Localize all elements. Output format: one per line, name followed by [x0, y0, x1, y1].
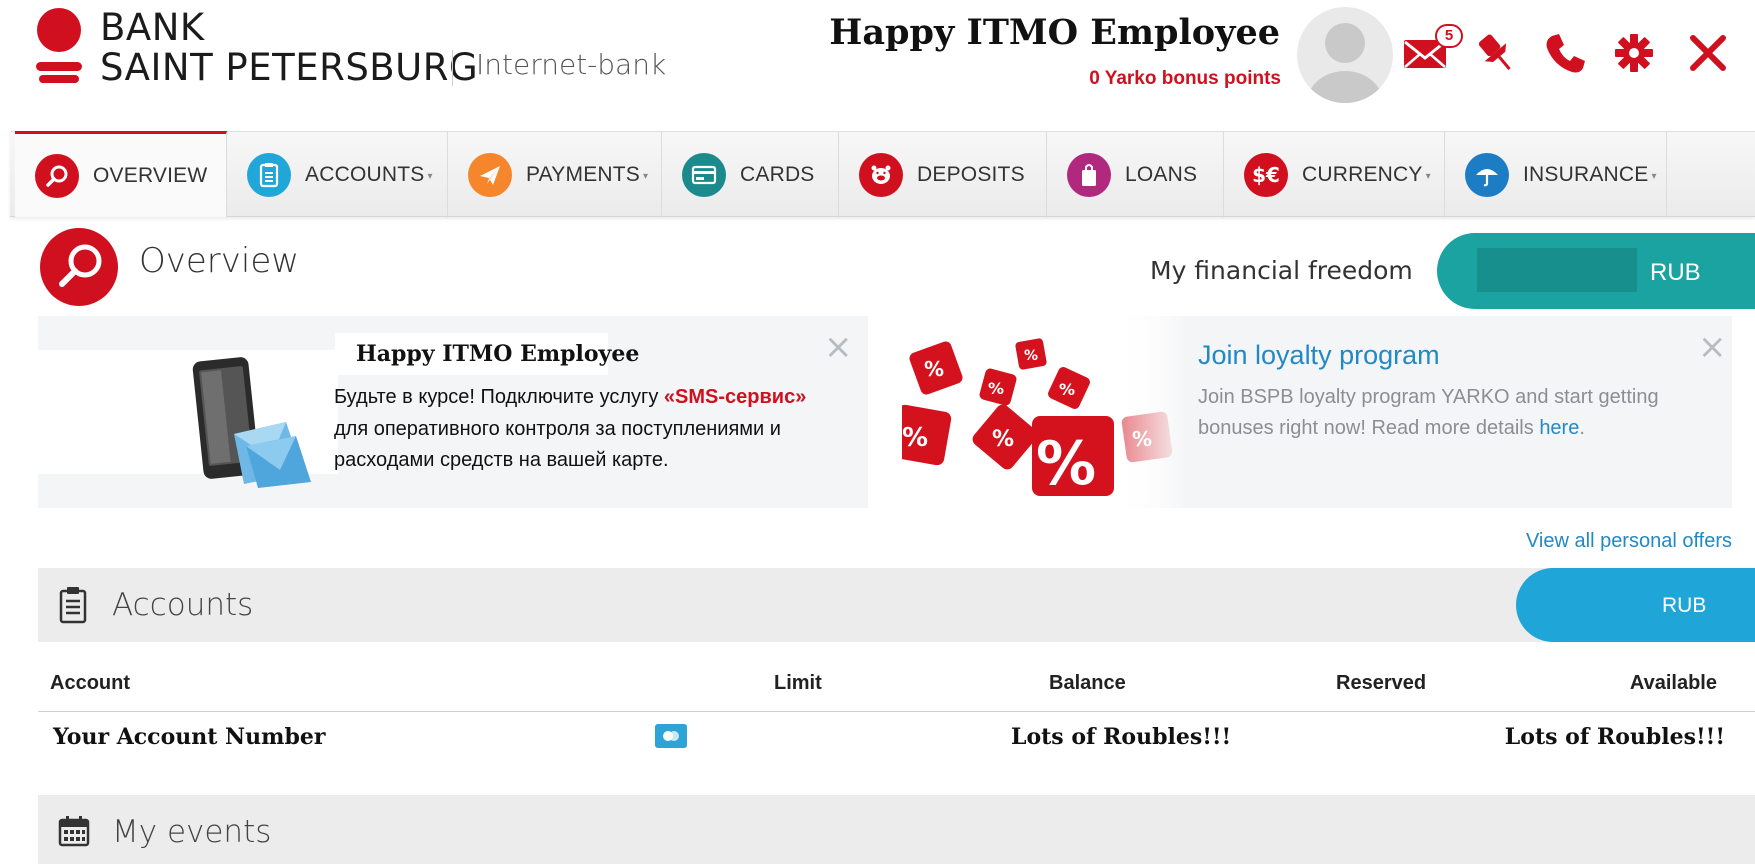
bag-icon: [1067, 153, 1111, 197]
chevron-down-icon: ▾: [427, 170, 433, 182]
column-header-account: Account: [50, 672, 130, 694]
financial-freedom-label: My financial freedom: [1150, 256, 1413, 285]
nav-label: CARDS: [740, 163, 815, 186]
internet-bank-label: Internet-bank: [476, 48, 667, 81]
loyalty-description: Join BSPB loyalty program YARKO and star…: [1198, 386, 1659, 439]
card-icon[interactable]: [655, 724, 687, 748]
account-available: Lots of Roubles!!!: [1504, 724, 1725, 750]
nav-label: ACCOUNTS: [305, 163, 425, 186]
gear-icon[interactable]: [1611, 30, 1657, 76]
page-title: Overview: [139, 241, 300, 281]
sms-banner-user-name: Happy ITMO Employee: [356, 341, 640, 367]
close-icon[interactable]: ×: [824, 330, 853, 364]
accounts-currency-pill[interactable]: [1516, 568, 1755, 642]
accounts-currency[interactable]: RUB: [1662, 594, 1706, 618]
messages-count-badge: 5: [1435, 24, 1463, 48]
financial-freedom-value: [1477, 248, 1637, 292]
accounts-header: [38, 568, 1755, 642]
nav-label: INSURANCE: [1523, 163, 1649, 186]
loyalty-program-banner[interactable]: % % % % % % % % Join loyalty program Joi…: [902, 316, 1732, 508]
user-name[interactable]: Happy ITMO Employee: [829, 12, 1280, 53]
clipboard-icon: [59, 587, 87, 624]
bank-name[interactable]: BANK SAINT PETERSBURG: [100, 8, 478, 88]
nav-loans[interactable]: LOANS: [1047, 132, 1224, 218]
bank-name-line2: SAINT PETERSBURG: [100, 46, 479, 89]
events-title: My events: [112, 814, 272, 850]
pin-icon[interactable]: [1473, 30, 1519, 76]
nav-currency[interactable]: $€ CURRENCY ▾: [1224, 132, 1445, 218]
sms-banner-text: Будьте в курсе! Подключите услугу «SMS-с…: [334, 382, 824, 477]
bank-name-line1: BANK: [100, 6, 205, 49]
chevron-down-icon: ▾: [643, 170, 649, 182]
column-header-reserved: Reserved: [1336, 672, 1427, 694]
accounts-title: Accounts: [112, 587, 254, 623]
loyalty-title[interactable]: Join loyalty program: [1198, 340, 1440, 371]
sms-service-banner[interactable]: Happy ITMO Employee Будьте в курсе! Подк…: [38, 316, 868, 508]
percent-dice-image: % % % % % % % %: [902, 316, 1187, 508]
loyalty-text: Join BSPB loyalty program YARKO and star…: [1198, 382, 1698, 444]
currency-icon: $€: [1244, 153, 1288, 197]
umbrella-icon: [1465, 153, 1509, 197]
sms-banner-text-start: Будьте в курсе! Подключите услугу: [334, 386, 664, 408]
clipboard-icon: [247, 153, 291, 197]
table-divider: [38, 711, 1755, 712]
account-number[interactable]: Your Account Number: [53, 724, 325, 750]
main-nav: OVERVIEW ACCOUNTS ▾ PAYMENTS ▾ CARDS DEPOS…: [10, 131, 1755, 218]
column-header-limit: Limit: [774, 672, 822, 694]
chevron-down-icon: ▾: [1425, 170, 1431, 182]
view-all-offers-link[interactable]: View all personal offers: [1526, 530, 1732, 553]
financial-freedom-currency[interactable]: RUB: [1650, 259, 1701, 287]
card-icon: [682, 153, 726, 197]
bank-logo-icon[interactable]: [36, 8, 82, 84]
nav-payments[interactable]: PAYMENTS ▾: [448, 132, 662, 218]
paper-plane-icon: [468, 153, 512, 197]
column-header-available: Available: [1629, 672, 1717, 694]
events-header[interactable]: [38, 795, 1755, 864]
nav-deposits[interactable]: DEPOSITS: [839, 132, 1047, 218]
header: BANK SAINT PETERSBURG Internet-bank Happ…: [0, 0, 1755, 130]
sms-service-link[interactable]: «SMS-сервис»: [664, 386, 806, 408]
phone-icon[interactable]: [1542, 30, 1588, 76]
nav-insurance[interactable]: INSURANCE ▾: [1445, 132, 1667, 218]
phone-with-envelopes-image: [192, 357, 311, 488]
piggy-bank-icon: [859, 153, 903, 197]
search-icon: [40, 228, 118, 306]
bonus-points[interactable]: 0 Yarko bonus points: [1089, 68, 1281, 90]
nav-label: PAYMENTS: [526, 163, 641, 186]
chevron-down-icon: ▾: [1651, 170, 1657, 182]
loyalty-text-tail: .: [1579, 417, 1585, 439]
account-balance: Lots of Roubles!!!: [1011, 724, 1232, 750]
sms-banner-text-end: для оперативного контроля за поступления…: [334, 417, 781, 472]
nav-cards[interactable]: CARDS: [662, 132, 839, 218]
nav-label: DEPOSITS: [917, 163, 1025, 186]
nav-label: LOANS: [1125, 163, 1198, 186]
column-header-balance: Balance: [1049, 672, 1126, 694]
nav-label: CURRENCY: [1302, 163, 1423, 186]
nav-accounts[interactable]: ACCOUNTS ▾: [227, 132, 448, 218]
logo-divider: [452, 50, 453, 86]
nav-overview[interactable]: OVERVIEW: [15, 131, 227, 217]
avatar[interactable]: [1297, 7, 1393, 103]
search-icon: [35, 153, 79, 198]
loyalty-details-link[interactable]: here: [1539, 417, 1579, 439]
close-icon[interactable]: [1685, 30, 1731, 76]
calendar-icon: [58, 816, 90, 847]
close-icon[interactable]: ×: [1698, 330, 1727, 364]
nav-label: OVERVIEW: [93, 163, 208, 187]
